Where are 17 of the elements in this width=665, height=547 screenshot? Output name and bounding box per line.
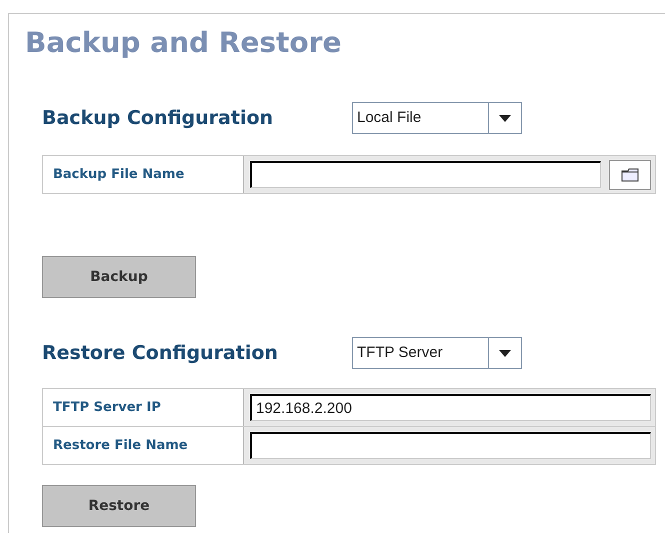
page-title: Backup and Restore bbox=[25, 25, 342, 61]
section-heading: Restore Configuration bbox=[42, 342, 279, 364]
folder-icon bbox=[621, 168, 639, 182]
caret-icon bbox=[499, 350, 511, 356]
field-label: Backup File Name bbox=[43, 156, 244, 193]
dropdown[interactable]: Local File bbox=[352, 102, 522, 134]
browse-button[interactable] bbox=[609, 160, 651, 190]
section-heading: Backup Configuration bbox=[42, 107, 274, 129]
action-button[interactable]: Restore bbox=[42, 485, 196, 527]
field-label: TFTP Server IP bbox=[43, 389, 244, 426]
field-label: Restore File Name bbox=[43, 427, 244, 464]
caret-icon bbox=[499, 114, 511, 122]
action-button[interactable]: Backup bbox=[42, 256, 196, 298]
input-field[interactable] bbox=[250, 161, 601, 188]
input-field[interactable] bbox=[250, 432, 651, 459]
input-field[interactable]: 192.168.2.200 bbox=[250, 394, 651, 421]
dropdown[interactable]: TFTP Server bbox=[352, 337, 522, 369]
